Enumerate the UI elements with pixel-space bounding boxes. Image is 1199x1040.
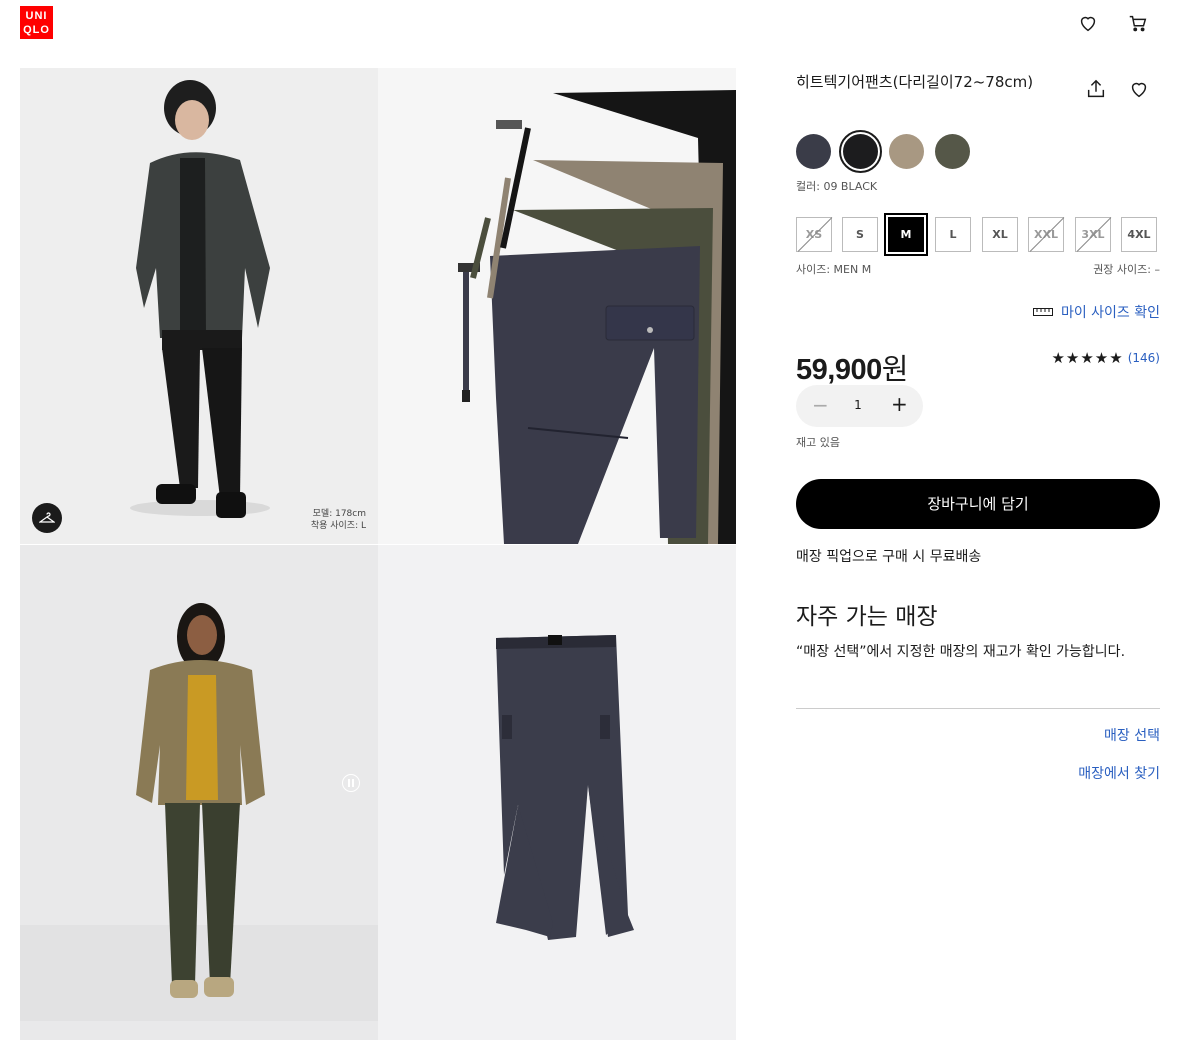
product-wishlist-icon[interactable]: [1128, 78, 1150, 100]
review-count[interactable]: (146): [1128, 351, 1160, 365]
size-4xl[interactable]: 4XL: [1121, 217, 1157, 252]
cart-icon[interactable]: [1127, 12, 1149, 34]
model-height: 모델: 178cm: [312, 509, 366, 519]
ruler-icon: [1032, 308, 1053, 316]
favorite-store-heading: 자주 가는 매장: [796, 604, 938, 630]
color-swatch-navy[interactable]: [796, 134, 831, 169]
share-icon[interactable]: [1085, 78, 1107, 100]
size-xxl[interactable]: XXL: [1028, 217, 1064, 252]
size-m[interactable]: M: [884, 213, 928, 256]
price-unit: 원: [881, 354, 909, 386]
my-size-label: 마이 사이즈 확인: [1060, 305, 1160, 321]
hanger-icon: [39, 512, 55, 523]
logo-line-1: UNI: [25, 10, 48, 22]
stock-status: 재고 있음: [796, 436, 840, 449]
pants-color-stack-photo[interactable]: [378, 68, 736, 544]
size-s[interactable]: S: [842, 217, 878, 252]
quantity-value: 1: [854, 398, 862, 412]
hanger-button[interactable]: [32, 503, 62, 533]
color-swatch-olive[interactable]: [935, 134, 970, 169]
gallery-next-row: [20, 1021, 378, 1040]
add-to-cart-button[interactable]: 장바구니에 담기: [796, 479, 1160, 529]
quantity-stepper: − 1 +: [796, 385, 923, 427]
favorite-store-description: “매장 선택”에서 지정한 매장의 재고가 확인 가능합니다.: [796, 644, 1126, 660]
product-title: 히트텍기어팬츠(다리길이72~78cm): [796, 73, 1034, 91]
size-label: 사이즈: MEN M: [796, 263, 872, 276]
size-3xl[interactable]: 3XL: [1075, 217, 1111, 252]
pause-icon: [348, 779, 354, 787]
model-photo-gray-jacket[interactable]: 모델: 178cm 착용 사이즈: L: [20, 68, 378, 544]
video-pause-button[interactable]: [342, 774, 360, 792]
product-gallery: 모델: 178cm 착용 사이즈: L: [20, 68, 736, 1040]
quantity-decrease-button[interactable]: −: [812, 395, 829, 415]
select-store-link[interactable]: 매장 선택: [1104, 725, 1160, 745]
rating[interactable]: ★★★★★ (146): [1051, 349, 1160, 367]
price: 59,900원: [796, 346, 908, 388]
model-photo-olive-jacket[interactable]: [20, 545, 378, 1021]
size-xl[interactable]: XL: [982, 217, 1018, 252]
wishlist-heart-icon[interactable]: [1077, 12, 1099, 34]
price-number: 59,900: [796, 354, 882, 386]
divider: [796, 708, 1160, 709]
quantity-increase-button[interactable]: +: [891, 394, 909, 414]
model-size: 착용 사이즈: L: [310, 521, 366, 531]
logo-line-2: QLO: [23, 24, 50, 36]
color-label: 컬러: 09 BLACK: [796, 180, 878, 193]
model-info: 모델: 178cm 착용 사이즈: L: [311, 508, 366, 532]
recommended-size-label: 권장 사이즈: –: [1093, 263, 1160, 276]
pickup-note: 매장 픽업으로 구매 시 무료배송: [796, 549, 982, 565]
color-swatch-beige[interactable]: [889, 134, 924, 169]
navy-pants-product-photo[interactable]: [378, 545, 736, 1040]
size-l[interactable]: L: [935, 217, 971, 252]
find-in-store-link[interactable]: 매장에서 찾기: [1078, 763, 1160, 783]
uniqlo-logo[interactable]: UNI QLO: [20, 6, 53, 39]
size-xs[interactable]: XS: [796, 217, 832, 252]
rating-stars: ★★★★★: [1051, 349, 1124, 367]
color-swatch-black[interactable]: [839, 130, 882, 173]
my-size-link[interactable]: 마이 사이즈 확인: [1032, 302, 1160, 322]
